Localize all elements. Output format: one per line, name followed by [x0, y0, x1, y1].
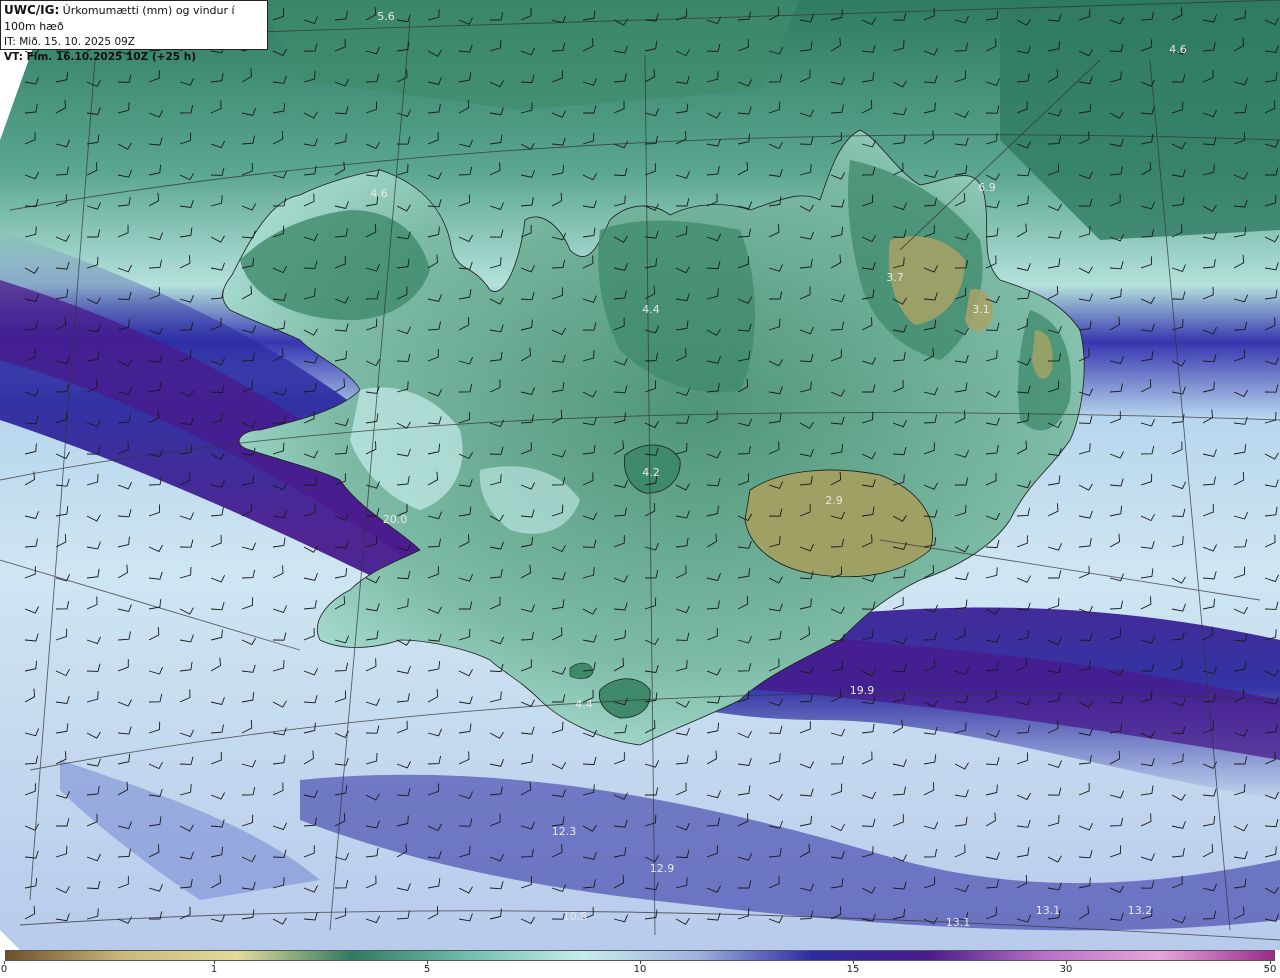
- precip-value-label: 3.1: [972, 303, 990, 316]
- precip-value-label: 4.2: [642, 466, 660, 479]
- precip-value-label: 19.9: [850, 684, 875, 697]
- colorbar-tick-label: 15: [846, 964, 860, 975]
- issue-time: IT: Mið. 15. 10. 2025 09Z: [4, 36, 135, 48]
- precip-value-label: 13.2: [1128, 904, 1153, 917]
- colorbar-tick-label: 0: [0, 964, 8, 975]
- colorbar-tick-label: 10: [633, 964, 647, 975]
- precip-value-label: 6.9: [978, 181, 996, 194]
- precip-value-label: 4.4: [642, 303, 660, 316]
- precip-value-label: 5.6: [377, 10, 395, 23]
- colorbar-tick-label: 30: [1059, 964, 1073, 975]
- precip-value-label: 4.4: [575, 698, 593, 711]
- precip-value-label: 12.9: [650, 862, 675, 875]
- colorbar-strip: [5, 950, 1275, 961]
- colorbar: 0 1 5 10 15 30 50: [0, 950, 1280, 978]
- precip-value-label: 4.6: [1169, 43, 1187, 56]
- precipitation-wind-map: 5.6 4.6 4.6 6.9 3.7 3.1 4.4 4.2 2.9 20.0 19.9 4.4 12…: [0, 0, 1280, 950]
- precip-value-label: 10.5: [563, 910, 588, 923]
- precip-value-label: 2.9: [825, 494, 843, 507]
- colorbar-tick-label: 1: [210, 964, 218, 975]
- colorbar-tick-label: 5: [423, 964, 431, 975]
- precip-value-label: 20.0: [383, 513, 408, 526]
- precip-value-label: 3.7: [886, 271, 904, 284]
- valid-time: VT: Fim. 16.10.2025 10Z (+25 h): [4, 51, 197, 63]
- precip-value-label: 13.1: [946, 916, 971, 929]
- map-info-box: UWC/IG: Úrkomumætti (mm) og vindur í 100…: [0, 0, 268, 63]
- product-code: UWC/IG:: [4, 3, 60, 17]
- colorbar-tick-label: 50: [1263, 964, 1277, 975]
- precip-value-label: 13.1: [1036, 904, 1061, 917]
- precip-value-label: 4.6: [370, 187, 388, 200]
- precip-value-label: 12.3: [552, 825, 577, 838]
